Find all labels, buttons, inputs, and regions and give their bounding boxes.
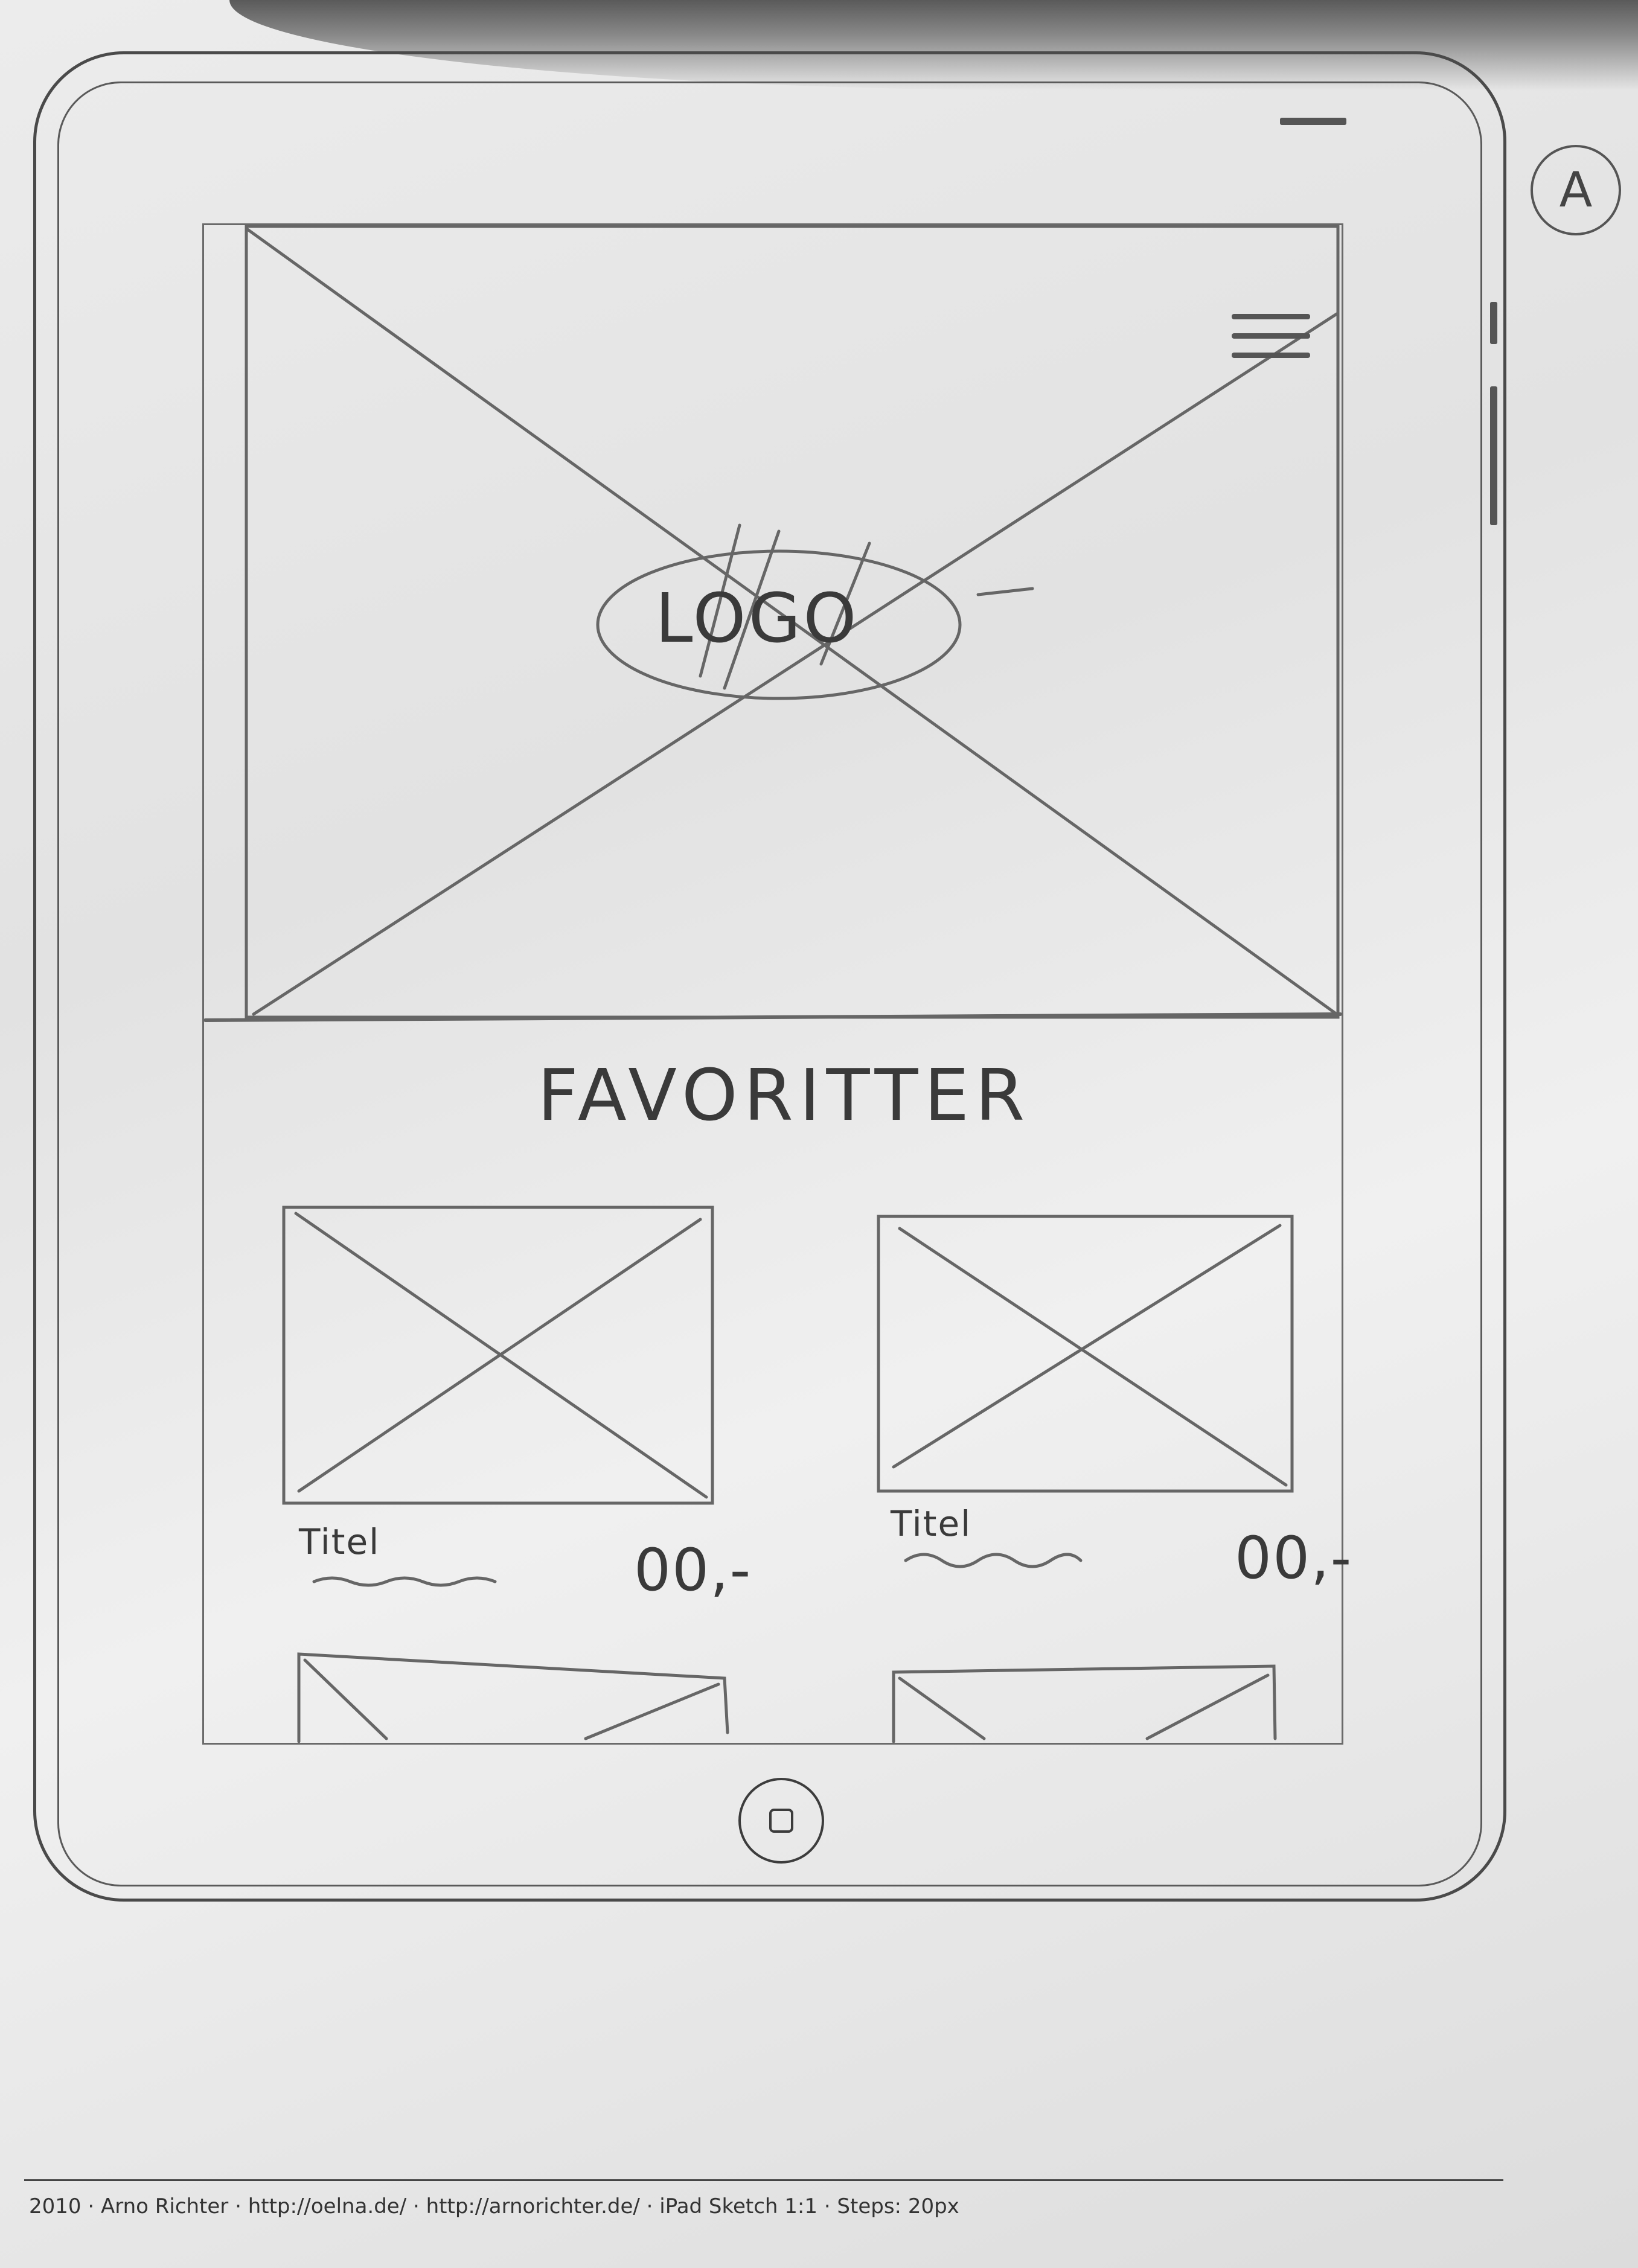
card-price: 00,- — [1235, 1524, 1353, 1592]
card-subtitle-squiggle — [312, 1576, 497, 1587]
card-title[interactable]: Titel — [891, 1503, 971, 1544]
home-button[interactable] — [738, 1778, 824, 1864]
card-price: 00,- — [634, 1536, 752, 1604]
hamburger-menu-icon[interactable] — [1232, 314, 1310, 368]
logo-hatch — [976, 587, 1034, 596]
footer-divider — [24, 2179, 1503, 2181]
logo[interactable]: LOGO — [655, 580, 859, 658]
footer-credits: 2010 · Arno Richter · http://oelna.de/ ·… — [29, 2194, 959, 2218]
card-image-placeholder — [892, 1664, 1277, 1743]
card-subtitle-squiggle — [904, 1553, 1083, 1568]
card-cross-line — [1145, 1673, 1270, 1740]
card-title[interactable]: Titel — [299, 1521, 380, 1562]
home-square-icon — [769, 1809, 793, 1833]
section-title: FAVORITTER — [537, 1053, 1031, 1137]
card-cross-line — [584, 1682, 720, 1740]
card-image-placeholder — [297, 1652, 729, 1743]
card-cross-line — [303, 1658, 388, 1740]
card-cross-line — [898, 1227, 1288, 1487]
card-cross-line — [898, 1676, 986, 1740]
hero-cross-line — [252, 312, 1339, 1016]
